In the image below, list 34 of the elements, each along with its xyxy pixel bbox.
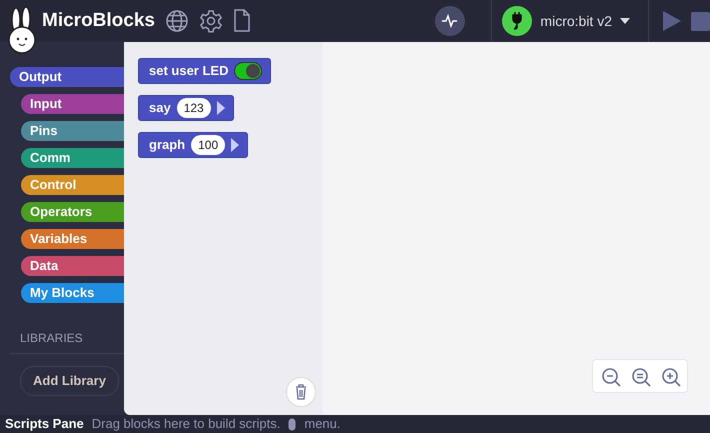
code-block[interactable]: say 123 bbox=[138, 95, 234, 121]
category-tab[interactable]: Output bbox=[10, 67, 124, 87]
globe-icon[interactable] bbox=[164, 9, 189, 33]
toggle-switch[interactable] bbox=[234, 62, 262, 80]
zoom-in-icon[interactable] bbox=[659, 365, 681, 387]
code-block[interactable]: set user LED bbox=[138, 58, 272, 84]
graph-icon[interactable] bbox=[435, 6, 466, 36]
trash-icon[interactable] bbox=[286, 377, 316, 407]
expand-arrow-icon[interactable] bbox=[231, 138, 240, 152]
expand-arrow-icon[interactable] bbox=[216, 101, 225, 115]
category-tab[interactable]: Pins bbox=[21, 121, 124, 141]
category-tab[interactable]: Operators bbox=[21, 202, 124, 222]
settings-icon[interactable] bbox=[198, 9, 223, 33]
input-field[interactable]: 123 bbox=[176, 98, 211, 118]
category-tab[interactable]: My Blocks bbox=[21, 283, 124, 303]
zoom-reset-icon[interactable] bbox=[629, 365, 651, 387]
mouse-icon bbox=[288, 418, 296, 430]
category-tab[interactable]: Variables bbox=[21, 229, 124, 249]
add-library-button[interactable]: Add Library bbox=[20, 366, 119, 396]
status-hint: Drag blocks here to build scripts. bbox=[92, 415, 280, 433]
zoom-out-icon[interactable] bbox=[599, 365, 621, 387]
caret-icon bbox=[620, 18, 630, 24]
input-field[interactable]: 100 bbox=[191, 135, 226, 155]
app-title: MicroBlocks bbox=[42, 8, 155, 33]
category-tab[interactable]: Data bbox=[21, 256, 124, 276]
status-hint: menu. bbox=[304, 415, 340, 433]
category-tab[interactable]: Input bbox=[21, 94, 124, 114]
device-selector[interactable]: micro:bit v2 bbox=[492, 6, 648, 36]
stop-icon[interactable] bbox=[691, 12, 710, 30]
category-tab[interactable]: Comm bbox=[21, 148, 124, 168]
run-icon[interactable] bbox=[661, 11, 681, 31]
code-block[interactable]: graph 100 bbox=[138, 132, 248, 158]
file-icon[interactable] bbox=[232, 9, 251, 33]
status-title: Scripts Pane bbox=[5, 415, 84, 433]
